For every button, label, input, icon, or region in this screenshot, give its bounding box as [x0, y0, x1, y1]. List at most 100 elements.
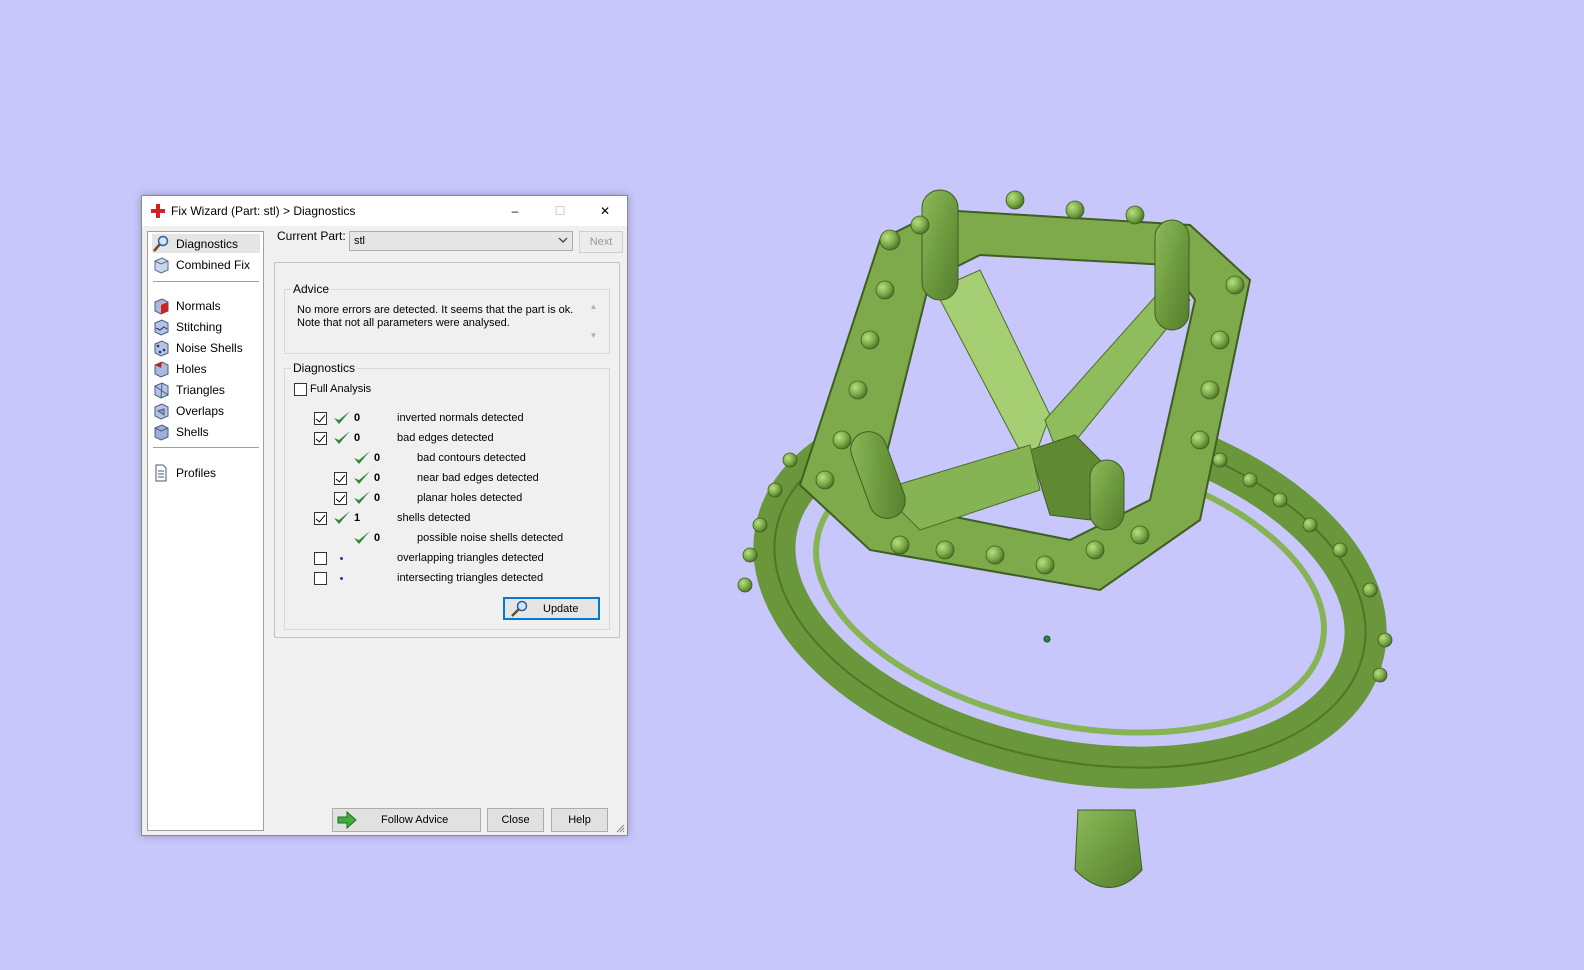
diag-label: planar holes detected — [417, 492, 523, 504]
update-button[interactable]: Update — [503, 597, 600, 620]
advice-group: Advice No more errors are detected. It s… — [284, 282, 610, 354]
check-ok-icon — [354, 471, 370, 484]
sidebar-item-stitching[interactable]: Stitching — [152, 317, 260, 336]
diag-count: 0 — [374, 452, 381, 464]
cube-red-face-icon — [154, 297, 169, 315]
cube-icon — [154, 256, 169, 274]
diagnostics-group: Diagnostics Full Analysis 0 inverted nor… — [284, 361, 610, 630]
sidebar-divider — [153, 447, 259, 448]
check-ok-icon — [334, 431, 350, 444]
sidebar-item-label: Holes — [176, 361, 207, 376]
check-ok-icon — [334, 511, 350, 524]
diag-label: near bad edges detected — [417, 472, 539, 484]
magnifier-icon — [511, 600, 528, 617]
diag-label: inverted normals detected — [397, 412, 524, 424]
diag-count: 1 — [354, 512, 361, 524]
sidebar-item-normals[interactable]: Normals — [152, 296, 260, 315]
ring-model[interactable] — [730, 170, 1420, 910]
overlapping-triangles-checkbox[interactable] — [314, 552, 327, 565]
update-label: Update — [543, 603, 579, 615]
follow-advice-label: Follow Advice — [381, 814, 449, 826]
diag-label: intersecting triangles detected — [397, 572, 544, 584]
close-window-button[interactable]: ✕ — [582, 196, 628, 226]
diag-count: 0 — [374, 532, 381, 544]
full-analysis-checkbox[interactable] — [294, 383, 307, 396]
green-arrow-icon — [337, 811, 357, 829]
current-part-label: Current Part: — [277, 229, 346, 243]
sidebar-item-label: Combined Fix — [176, 257, 251, 272]
diag-count: 0 — [354, 412, 361, 424]
shells-checkbox[interactable] — [314, 512, 327, 525]
magnifier-icon — [153, 235, 169, 252]
intersecting-triangles-checkbox[interactable] — [314, 572, 327, 585]
document-icon — [155, 464, 167, 481]
cube-overlaps-icon — [154, 402, 169, 420]
diagnostics-panel: Advice No more errors are detected. It s… — [274, 262, 620, 638]
sidebar-item-label: Overlaps — [176, 403, 225, 418]
sidebar-item-label: Shells — [176, 424, 209, 439]
advice-group-label: Advice — [291, 282, 332, 296]
check-ok-icon — [354, 531, 370, 544]
pending-dot-icon — [340, 577, 343, 580]
scroll-down-icon: ▼ — [589, 331, 598, 340]
current-part-select[interactable]: stl — [349, 231, 573, 251]
check-ok-icon — [334, 411, 350, 424]
pending-dot-icon — [340, 557, 343, 560]
cube-shells-icon — [154, 423, 169, 441]
inverted-normals-checkbox[interactable] — [314, 412, 327, 425]
window-title: Fix Wizard (Part: stl) > Diagnostics — [171, 204, 356, 218]
diag-count: 0 — [354, 432, 361, 444]
full-analysis-label: Full Analysis — [310, 383, 372, 395]
sidebar-item-holes[interactable]: Holes — [152, 359, 260, 378]
diag-label: overlapping triangles detected — [397, 552, 544, 564]
sidebar-item-triangles[interactable]: Triangles — [152, 380, 260, 399]
follow-advice-button[interactable]: Follow Advice — [332, 808, 481, 832]
wizard-sidebar: Diagnostics Combined Fix Normals Stitchi… — [147, 231, 264, 831]
sidebar-item-label: Profiles — [176, 465, 217, 480]
diagnostics-group-label: Diagnostics — [291, 361, 358, 375]
title-bar[interactable]: Fix Wizard (Part: stl) > Diagnostics – ☐… — [142, 196, 627, 226]
sidebar-item-label: Triangles — [176, 382, 225, 397]
advice-line-2: Note that not all parameters were analys… — [297, 317, 510, 329]
diag-count: 0 — [374, 492, 381, 504]
sidebar-item-diagnostics[interactable]: Diagnostics — [152, 234, 260, 253]
cube-noise-icon — [154, 339, 169, 357]
scroll-up-icon: ▲ — [589, 302, 598, 311]
sidebar-item-combined-fix[interactable]: Combined Fix — [152, 255, 260, 274]
diag-label: bad edges detected — [397, 432, 494, 444]
minimize-button[interactable]: – — [492, 196, 538, 226]
diag-label: bad contours detected — [417, 452, 526, 464]
bad-edges-checkbox[interactable] — [314, 432, 327, 445]
diag-label: shells detected — [397, 512, 471, 524]
resize-grip-icon[interactable] — [615, 823, 625, 833]
check-ok-icon — [354, 451, 370, 464]
sidebar-item-label: Diagnostics — [176, 236, 239, 251]
advice-line-1: No more errors are detected. It seems th… — [297, 304, 574, 316]
advice-text: No more errors are detected. It seems th… — [297, 304, 581, 330]
maximize-button[interactable]: ☐ — [537, 196, 583, 226]
sidebar-item-label: Stitching — [176, 319, 223, 334]
diag-count: 0 — [374, 472, 381, 484]
check-ok-icon — [354, 491, 370, 504]
next-button[interactable]: Next — [579, 231, 623, 253]
sidebar-item-shells[interactable]: Shells — [152, 422, 260, 441]
advice-scrollbar[interactable]: ▲ ▼ — [587, 302, 600, 348]
near-bad-edges-checkbox[interactable] — [334, 472, 347, 485]
cube-stitch-icon — [154, 318, 169, 336]
close-button[interactable]: Close — [487, 808, 544, 832]
sidebar-item-overlaps[interactable]: Overlaps — [152, 401, 260, 420]
planar-holes-checkbox[interactable] — [334, 492, 347, 505]
cube-holes-icon — [154, 360, 169, 378]
diag-label: possible noise shells detected — [417, 532, 564, 544]
cube-triangles-icon — [154, 381, 169, 399]
sidebar-item-label: Noise Shells — [176, 340, 243, 355]
help-button[interactable]: Help — [551, 808, 608, 832]
red-cross-icon — [151, 204, 165, 218]
sidebar-item-noise-shells[interactable]: Noise Shells — [152, 338, 260, 357]
sidebar-divider — [153, 281, 259, 282]
current-part-value: stl — [354, 235, 365, 247]
sidebar-item-label: Normals — [176, 298, 221, 313]
sidebar-item-profiles[interactable]: Profiles — [152, 463, 260, 482]
fix-wizard-window: Fix Wizard (Part: stl) > Diagnostics – ☐… — [141, 195, 628, 836]
chevron-down-icon — [558, 237, 568, 243]
